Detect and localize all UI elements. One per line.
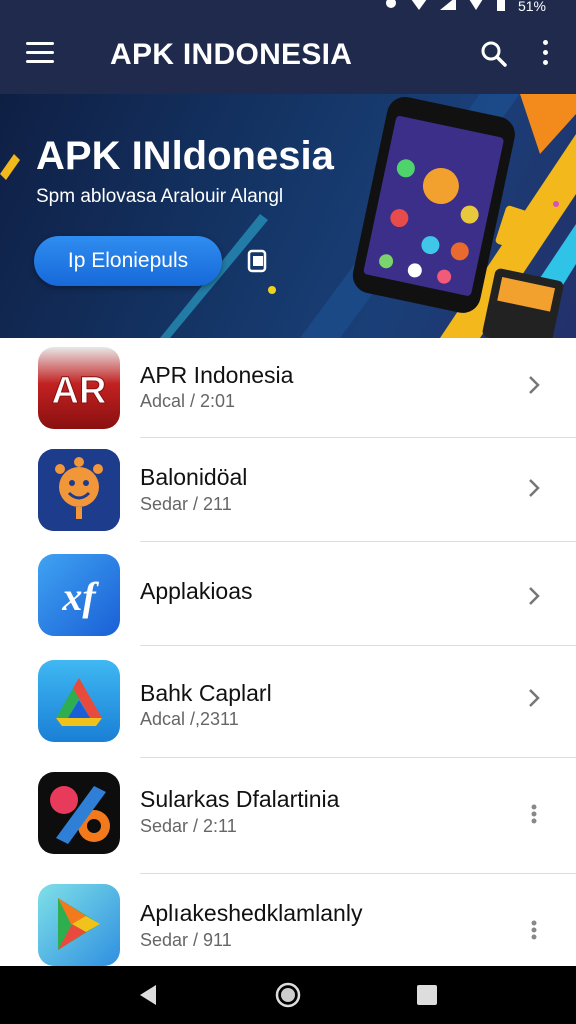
colorful-swirl-icon [38,772,120,854]
chevron-right-icon[interactable] [522,476,546,500]
signal-icon [439,0,456,14]
back-icon[interactable] [134,980,164,1010]
more-vertical-icon[interactable] [522,918,546,942]
recents-icon[interactable] [412,980,442,1010]
list-item[interactable]: Bahk Caplarl Adcal /,2311 [0,646,576,758]
search-button[interactable] [478,38,510,70]
home-icon[interactable] [273,980,303,1010]
apr-logo-icon: AR [38,347,120,429]
app-subtitle: Adcal /,2311 [140,709,239,729]
smiley-sun-icon [38,449,120,531]
app-subtitle: Sedar / 911 [140,930,232,950]
app-name: Balonidöal [140,464,248,490]
app-title: APK INDONESIA [110,38,353,71]
search-icon [481,41,507,67]
battery-icon [496,0,506,14]
list-item[interactable]: Sularkas Dfalartinia Sedar / 2:11 [0,758,576,874]
list-item[interactable]: Balonidöal Sedar / 211 [0,438,576,542]
drive-triangle-icon [38,660,120,742]
menu-icon [26,42,54,45]
list-item[interactable]: Aplıakeshedklamlanly Sedar / 911 [0,874,576,966]
wifi-icon [410,0,428,14]
menu-button[interactable] [26,42,54,66]
device-icon [247,249,267,273]
app-name: Aplıakeshedklamlanly [140,900,363,926]
banner-decoration [0,94,576,338]
play-store-icon [38,884,120,966]
chevron-right-icon[interactable] [522,373,546,397]
app-subtitle: Sedar / 211 [140,494,232,514]
banner-subtitle: Spm ablovasa Aralouir Alangl [36,186,284,207]
status-bar: 51% [0,0,576,16]
svg-text:xf: xf [61,574,99,619]
app-name: Sularkas Dfalartinia [140,786,340,812]
app-subtitle: Sedar / 2:11 [140,816,237,836]
banner-title: APK INldonesia [36,134,334,178]
status-icons: 51% [384,0,546,14]
app-subtitle: Adcal / 2:01 [140,391,236,411]
promo-banner[interactable]: APK INldonesia Spm ablovasa Aralouir Ala… [0,94,576,338]
banner-cta-button[interactable]: Ip Eloniepuls [34,236,222,286]
more-vertical-icon[interactable] [522,802,546,826]
svg-text:AR: AR [52,370,107,412]
app-name: Applakioas [140,578,253,604]
chevron-right-icon[interactable] [522,686,546,710]
app-name: Bahk Caplarl [140,680,272,706]
app-bar: APK INDONESIA [0,16,576,94]
list-item[interactable]: AR APR Indonesia Adcal / 2:01 [0,338,576,438]
chevron-right-icon[interactable] [522,584,546,608]
navigation-bar [0,966,576,1024]
battery-text: 51% [517,0,546,14]
xf-logo-icon: xf [38,554,120,636]
list-item[interactable]: xf Applakioas [0,542,576,646]
location-icon [384,0,398,14]
more-options-button[interactable] [536,40,554,70]
signal-icon-2 [468,0,484,14]
more-vertical-icon [542,40,548,45]
app-name: APR Indonesia [140,362,294,388]
